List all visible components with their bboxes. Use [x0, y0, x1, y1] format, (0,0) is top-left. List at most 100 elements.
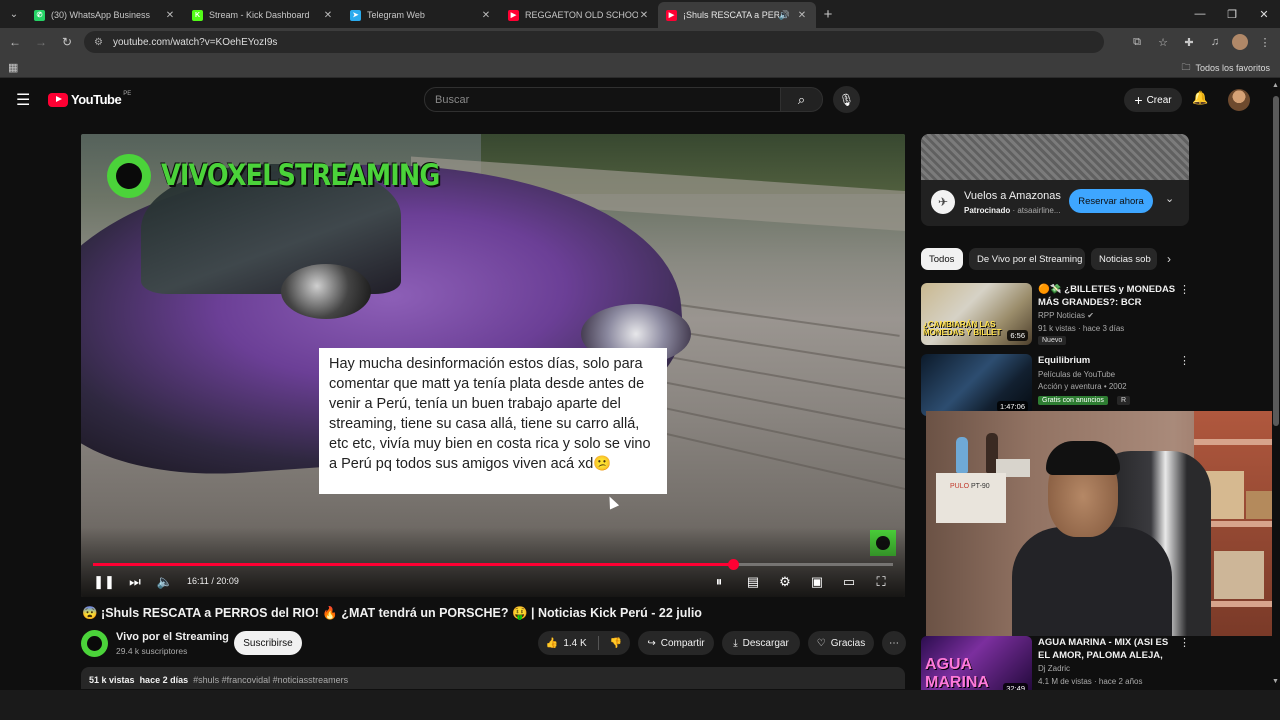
url-text: youtube.com/watch?v=KOehEYozI9s	[112, 36, 278, 48]
recommendation-meta: 4.1 M de vistas · hace 2 años	[1038, 677, 1143, 686]
recommendation-item[interactable]: 1:47:06 Equilibrium Películas de YouTube…	[921, 354, 1191, 416]
minimize-icon[interactable]: —	[1184, 0, 1216, 28]
scroll-down-arrow-icon[interactable]: ▼	[1272, 678, 1279, 685]
video-thumbnail[interactable]: ¿CAMBIARÁN LAS MONEDAS Y BILLET 6:56	[921, 283, 1032, 345]
close-tab-icon[interactable]: ✕	[638, 10, 650, 21]
reload-icon[interactable]: ↻	[56, 31, 78, 53]
pause-icon[interactable]: ❚❚	[93, 572, 115, 592]
filter-chips: Todos De Vivo por el Streaming Noticias …	[921, 248, 1181, 270]
channel-name[interactable]: Vivo por el Streaming	[116, 631, 229, 643]
voice-search-button[interactable]: 🎙	[833, 86, 860, 113]
maximize-icon[interactable]: ❐	[1216, 0, 1248, 28]
search-input[interactable]: Buscar	[424, 87, 781, 112]
forward-arrow-icon[interactable]: →	[30, 31, 52, 53]
theater-mode-icon[interactable]: ▭	[841, 572, 857, 592]
description-box[interactable]: 51 k vistas hace 2 días #shuls #francovi…	[81, 667, 905, 689]
tab-title: Telegram Web	[367, 10, 425, 20]
search-button[interactable]: ⌕	[781, 87, 823, 112]
audio-playing-icon[interactable]: 🔊	[779, 10, 790, 21]
microphone-icon: 🎙	[838, 92, 855, 107]
all-bookmarks-folder[interactable]: 🗀 Todos los favoritos	[1181, 60, 1270, 76]
account-avatar[interactable]	[1228, 89, 1250, 111]
recommendation-title[interactable]: Equilibrium	[1038, 354, 1178, 367]
tab-search-icon[interactable]: ⌄	[2, 2, 26, 26]
close-tab-icon[interactable]: ✕	[164, 10, 176, 21]
miniplayer-icon[interactable]: ▣	[809, 572, 825, 592]
progress-scrubber[interactable]	[728, 559, 739, 570]
plus-icon: +	[1134, 92, 1143, 108]
subtitles-icon[interactable]: ▤	[745, 572, 761, 592]
install-app-icon[interactable]: ⧉	[1128, 31, 1146, 53]
youtube-logo[interactable]: YouTube PE	[48, 91, 131, 107]
tab-title: ¡Shuls RESCATA a PERR	[683, 10, 779, 20]
browser-tab[interactable]: ▶ ¡Shuls RESCATA a PERR 🔊 ✕	[658, 2, 816, 28]
close-tab-icon[interactable]: ✕	[796, 10, 808, 21]
back-arrow-icon[interactable]: ←	[4, 31, 26, 53]
chevron-down-icon[interactable]: ⌄	[1165, 192, 1174, 205]
autoplay-toggle-icon[interactable]: ⏸	[709, 572, 729, 592]
like-dislike-group: 👍 1.4 K 👎	[538, 631, 630, 655]
site-info-icon[interactable]: ⚙	[94, 37, 103, 48]
extensions-icon[interactable]: ✚	[1180, 31, 1198, 53]
chip-channel[interactable]: De Vivo por el Streaming	[969, 248, 1085, 270]
chip-todos[interactable]: Todos	[921, 248, 963, 270]
more-actions-button[interactable]: ⋯	[882, 631, 906, 655]
recommendation-item[interactable]: AGUA MARINA 32:49 AGUA MARINA - MIX (ASI…	[921, 636, 1191, 698]
scrollbar-thumb[interactable]	[1273, 96, 1279, 426]
channel-avatar[interactable]	[81, 630, 108, 657]
share-button[interactable]: ↪ Compartir	[638, 631, 714, 655]
browser-tab[interactable]: ➤ Telegram Web ✕	[342, 2, 500, 28]
share-icon: ↪	[647, 637, 656, 649]
search-icon: ⌕	[797, 91, 806, 107]
media-control-icon[interactable]: ♫	[1206, 31, 1224, 53]
download-button[interactable]: ⤓ Descargar	[722, 631, 800, 655]
more-vertical-icon[interactable]: ⋮	[1179, 636, 1190, 649]
ad-cta-button[interactable]: Reservar ahora	[1069, 189, 1153, 213]
browser-tab[interactable]: K Stream - Kick Dashboard ✕	[184, 2, 342, 28]
ad-banner-image[interactable]	[921, 134, 1189, 180]
like-icon[interactable]: 👍	[546, 638, 558, 649]
volume-icon[interactable]: 🔈	[157, 572, 173, 592]
thanks-button[interactable]: ♡ Gracias	[808, 631, 874, 655]
recommendation-title[interactable]: AGUA MARINA - MIX (ASI ES EL AMOR, PALOM…	[1038, 636, 1178, 662]
chip-noticias[interactable]: Noticias sob	[1091, 248, 1157, 270]
subscribe-button[interactable]: Suscribirse	[234, 631, 302, 655]
browser-tab[interactable]: ✆ (30) WhatsApp Business ✕	[26, 2, 184, 28]
video-thumbnail[interactable]: AGUA MARINA 32:49	[921, 636, 1032, 698]
recommendation-item[interactable]: ¿CAMBIARÁN LAS MONEDAS Y BILLET 6:56 🟠💸 …	[921, 283, 1191, 345]
create-button[interactable]: + Crear	[1124, 88, 1182, 112]
more-vertical-icon[interactable]: ⋮	[1179, 354, 1190, 367]
bookmark-star-icon[interactable]: ☆	[1154, 31, 1172, 53]
settings-gear-icon[interactable]: ⚙	[777, 572, 793, 592]
next-icon[interactable]: ⏭	[128, 572, 142, 592]
more-vertical-icon[interactable]: ⋮	[1179, 283, 1190, 296]
rating-badge: R	[1117, 396, 1131, 405]
apps-grid-icon[interactable]: ▦	[8, 61, 18, 74]
thanks-label: Gracias	[830, 637, 866, 649]
chevron-right-icon[interactable]: ›	[1167, 252, 1171, 266]
dislike-icon[interactable]: 👎	[610, 638, 622, 649]
fullscreen-icon[interactable]: ⛶	[873, 572, 889, 592]
browser-tabstrip: ⌄ ✆ (30) WhatsApp Business ✕ K Stream - Kick…	[0, 0, 1280, 28]
close-window-icon[interactable]: ✕	[1248, 0, 1280, 28]
profile-avatar[interactable]	[1232, 34, 1248, 50]
browser-menu-icon[interactable]: ⋮	[1256, 31, 1274, 53]
menu-icon[interactable]: ☰	[16, 90, 30, 110]
video-thumbnail[interactable]: 1:47:06	[921, 354, 1032, 416]
ad-card[interactable]: ✈ Vuelos a Amazonas Patrocinado · atsaai…	[921, 134, 1189, 226]
recommendation-title[interactable]: 🟠💸 ¿BILLETES y MONEDAS MÁS GRANDES?: BCR…	[1038, 283, 1178, 309]
search-placeholder: Buscar	[435, 93, 470, 106]
new-tab-button[interactable]: +	[816, 6, 840, 23]
like-count[interactable]: 1.4 K	[563, 638, 586, 649]
video-player[interactable]: VIVOXELSTREAMING Hay mucha desinformació…	[81, 134, 905, 597]
hashtags[interactable]: #shuls #francovidal #noticiasstreamers	[193, 675, 348, 685]
progress-bar[interactable]	[93, 559, 893, 570]
address-bar[interactable]: ⚙ youtube.com/watch?v=KOehEYozI9s	[84, 31, 1104, 53]
scroll-up-arrow-icon[interactable]: ▲	[1272, 82, 1279, 89]
browser-tab[interactable]: ▶ REGGAETON OLD SCHOOL SES✕	[500, 2, 658, 28]
ad-sponsor-line: Patrocinado · atsaairline...	[964, 206, 1061, 215]
notifications-bell-icon[interactable]: 🔔	[1192, 90, 1208, 106]
close-tab-icon[interactable]: ✕	[322, 10, 334, 21]
ad-title[interactable]: Vuelos a Amazonas	[964, 190, 1061, 202]
close-tab-icon[interactable]: ✕	[480, 10, 492, 21]
